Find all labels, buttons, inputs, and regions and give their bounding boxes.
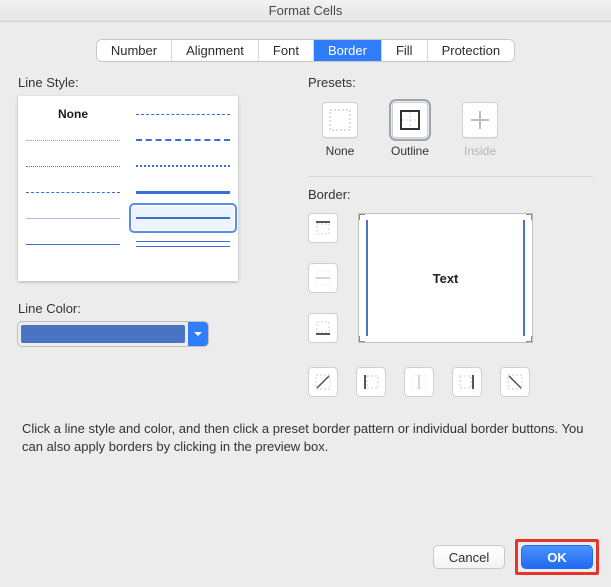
preset-inside-icon [462,102,498,138]
line-style-option[interactable] [132,232,234,256]
preset-inside-label: Inside [464,144,496,158]
line-color-picker[interactable] [18,322,208,346]
dialog-footer: Cancel OK [433,539,599,575]
tab-alignment[interactable]: Alignment [172,40,259,61]
line-style-none[interactable]: None [22,102,124,126]
line-style-option[interactable] [132,154,234,178]
line-style-option[interactable] [22,206,124,230]
segmented-tabs: Number Alignment Font Border Fill Protec… [97,40,514,61]
presets-row: None Outline Inside [308,96,593,162]
line-color-label: Line Color: [18,301,278,316]
ok-button[interactable]: OK [521,545,593,569]
preset-none[interactable]: None [316,102,364,158]
line-style-option[interactable] [22,180,124,204]
ok-highlight: OK [515,539,599,575]
preset-none-label: None [326,144,355,158]
line-style-option[interactable] [22,232,124,256]
border-middle-v-button[interactable] [404,367,434,397]
border-top-button[interactable] [308,213,338,243]
dialog-body: Number Alignment Font Border Fill Protec… [0,22,611,465]
chevron-down-icon[interactable] [188,322,208,346]
preset-outline-icon [392,102,428,138]
border-diag-down-button[interactable] [500,367,530,397]
line-style-option[interactable] [132,128,234,152]
presets-label: Presets: [308,75,593,90]
preview-right-border [523,220,525,336]
border-diag-up-button[interactable] [308,367,338,397]
tab-fill[interactable]: Fill [382,40,428,61]
line-style-option[interactable] [22,128,124,152]
border-section-label: Border: [308,187,593,202]
border-middle-h-button[interactable] [308,263,338,293]
preview-text: Text [433,271,459,286]
preset-none-icon [322,102,358,138]
divider [308,176,593,177]
color-chip [21,325,185,343]
hint-text: Click a line style and color, and then c… [22,420,589,455]
border-preview[interactable]: Text [358,213,533,343]
tab-number[interactable]: Number [97,40,172,61]
border-left-button[interactable] [356,367,386,397]
preset-inside: Inside [456,102,504,158]
line-style-option[interactable] [22,154,124,178]
border-bottom-button[interactable] [308,313,338,343]
line-style-option-selected[interactable] [132,206,234,230]
line-style-label: Line Style: [18,75,278,90]
cancel-button[interactable]: Cancel [433,545,505,569]
border-editor: Text [308,208,536,398]
preset-outline[interactable]: Outline [386,102,434,158]
border-right-button[interactable] [452,367,482,397]
preset-outline-label: Outline [391,144,429,158]
tab-protection[interactable]: Protection [428,40,515,61]
tab-border[interactable]: Border [314,40,382,61]
window-title: Format Cells [0,0,611,22]
tab-bar: Number Alignment Font Border Fill Protec… [18,40,593,61]
tab-font[interactable]: Font [259,40,314,61]
line-style-option[interactable] [132,102,234,126]
line-style-picker[interactable]: None [18,96,238,281]
line-style-option[interactable] [132,180,234,204]
preview-left-border [366,220,368,336]
